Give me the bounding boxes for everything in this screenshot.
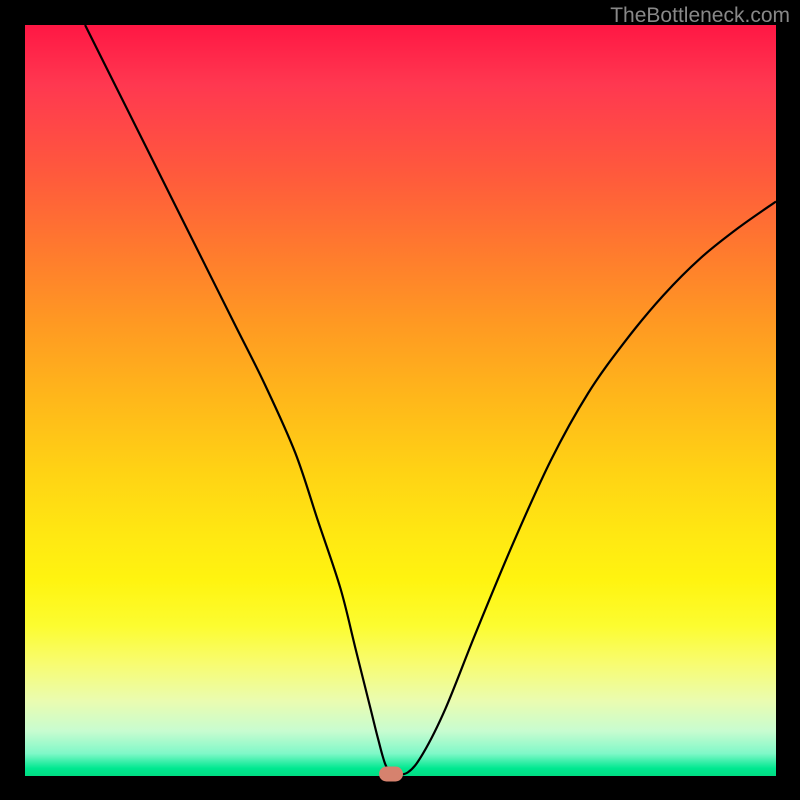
curve-svg xyxy=(25,25,776,776)
plot-area xyxy=(25,25,776,776)
optimal-marker xyxy=(379,766,403,781)
watermark-text: TheBottleneck.com xyxy=(610,4,790,28)
chart-container: TheBottleneck.com xyxy=(0,0,800,800)
bottleneck-curve xyxy=(85,25,776,775)
